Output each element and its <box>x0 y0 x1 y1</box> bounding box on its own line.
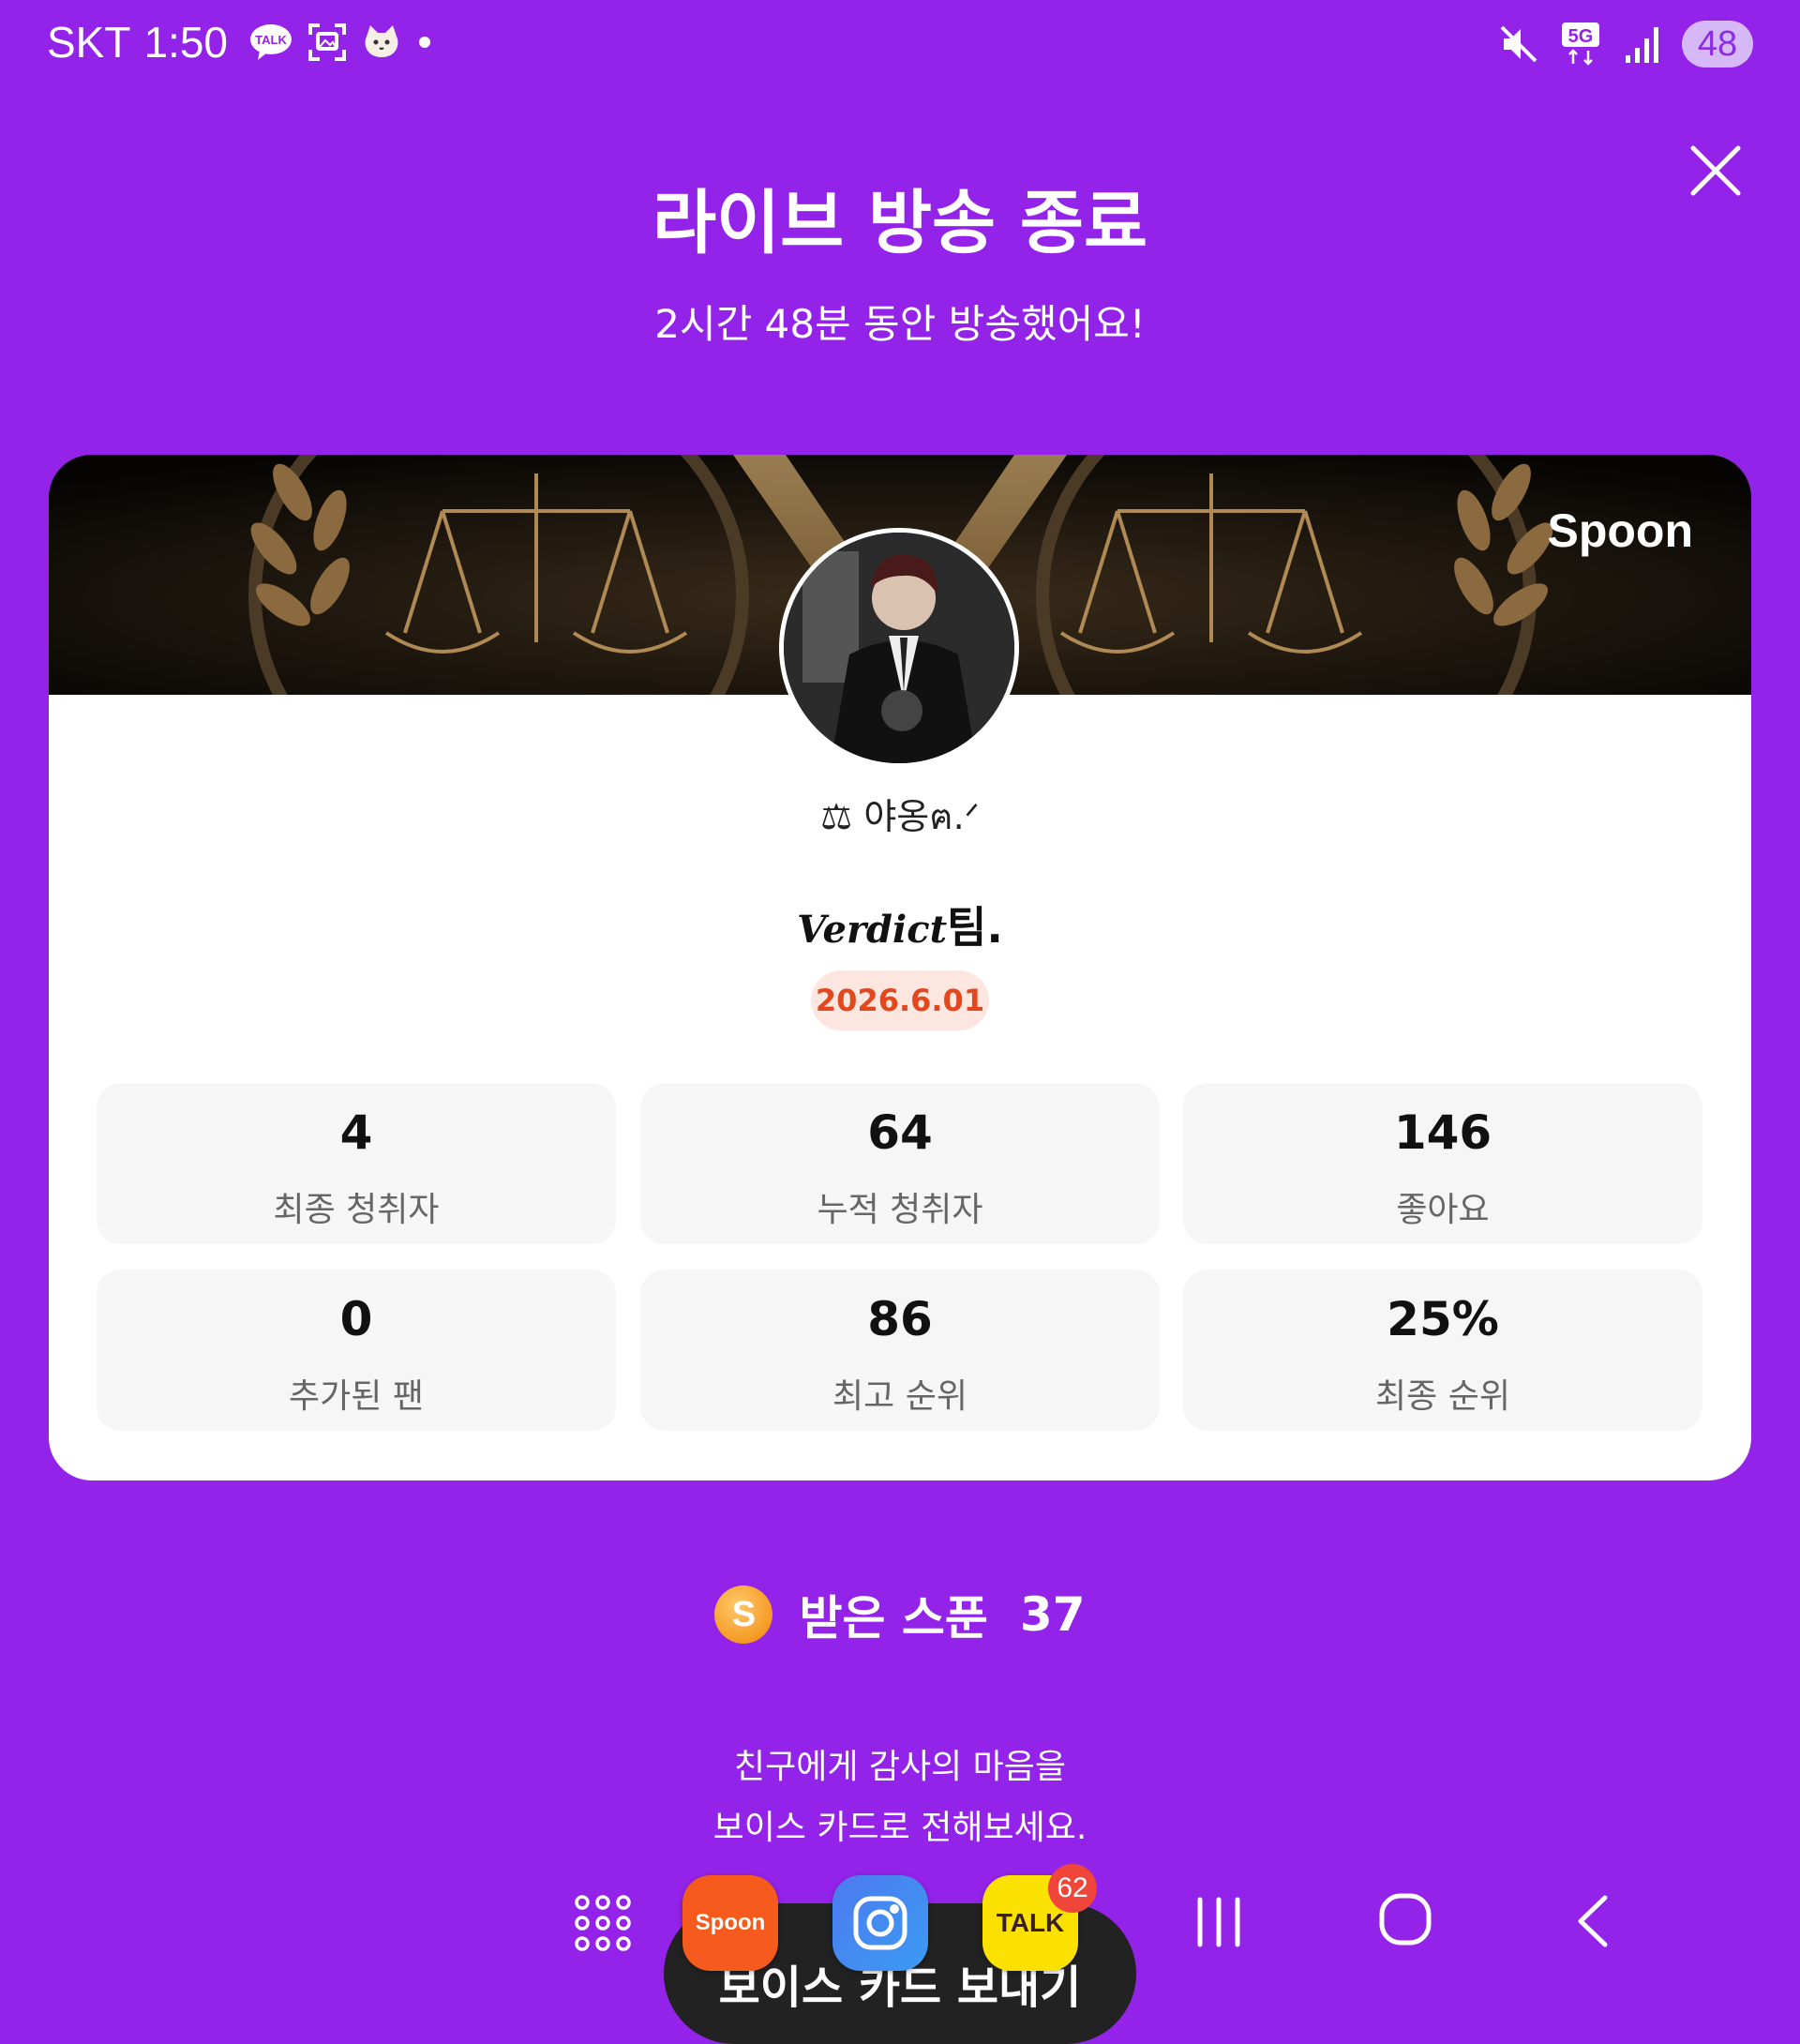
svg-text:5G: 5G <box>1568 26 1594 47</box>
stat-final-rank: 25% 최종 순위 <box>1183 1270 1702 1431</box>
thanks-message-line1: 친구에게 감사의 마음을 <box>733 1748 1067 1786</box>
stat-label: 최고 순위 <box>832 1377 968 1416</box>
stat-value: 25% <box>1387 1292 1499 1346</box>
stat-total-listeners: 64 누적 청취자 <box>640 1083 1160 1244</box>
recent-apps-icon[interactable] <box>1192 1896 1245 1952</box>
spoon-logo: Spoon <box>1547 504 1693 557</box>
spoon-coin-icon: S <box>714 1586 773 1644</box>
stat-final-listeners: 4 최종 청취자 <box>97 1083 616 1244</box>
received-spoons-count: 37 <box>1019 1587 1086 1642</box>
mute-icon <box>1498 23 1539 65</box>
broadcast-title-suffix: 팀. <box>947 902 1003 953</box>
stat-value: 0 <box>339 1292 373 1346</box>
stat-label: 최종 순위 <box>1375 1377 1510 1416</box>
page-title: 라이브 방송 종료 <box>652 183 1148 263</box>
stat-highest-rank: 86 최고 순위 <box>640 1270 1160 1431</box>
stat-likes: 146 좋아요 <box>1183 1083 1702 1244</box>
stat-value: 86 <box>867 1292 933 1346</box>
stat-value: 64 <box>867 1105 933 1160</box>
stat-label: 최종 청취자 <box>273 1191 440 1229</box>
instagram-app-icon[interactable] <box>832 1875 928 1971</box>
dj-nickname: ⚖ 야옹ฅ.ᐟ <box>820 796 980 837</box>
broadcast-summary-card: Spoon ⚖ 야옹ฅ.ᐟ Verdict팀. 2026.6.01 4 최종 청… <box>49 455 1751 1480</box>
battery-indicator: 48 <box>1682 21 1753 68</box>
stat-value: 4 <box>339 1105 373 1160</box>
broadcast-title-script: Verdict <box>797 908 948 952</box>
stat-label: 누적 청취자 <box>817 1191 983 1229</box>
home-icon[interactable] <box>1378 1892 1432 1950</box>
broadcast-duration-text: 2시간 48분 동안 방송했어요! <box>654 301 1146 347</box>
stat-label: 추가된 팬 <box>289 1377 424 1416</box>
status-bar: SKT 1:50 TALK 5G 48 <box>0 0 1800 94</box>
broadcast-date-badge: 2026.6.01 <box>811 970 989 1030</box>
stat-new-fans: 0 추가된 팬 <box>97 1270 616 1431</box>
signal-strength-icon <box>1624 23 1661 65</box>
back-icon[interactable] <box>1573 1894 1611 1952</box>
screenshot-icon <box>307 22 348 63</box>
svg-text:TALK: TALK <box>255 33 287 47</box>
app-drawer-icon[interactable] <box>574 1894 632 1956</box>
network-5g-icon: 5G <box>1560 21 1603 68</box>
clock: 1:50 <box>143 18 228 67</box>
more-notifications-dot-icon <box>415 33 434 52</box>
spoon-app-icon[interactable]: Spoon <box>682 1875 778 1971</box>
kakaotalk-unread-badge: 62 <box>1048 1864 1097 1913</box>
cat-app-icon <box>361 23 402 61</box>
received-spoons: S 받은 스푼 37 <box>0 1581 1800 1648</box>
stat-label: 좋아요 <box>1396 1191 1490 1229</box>
thanks-message-line2: 보이스 카드로 전해보세요. <box>712 1809 1088 1847</box>
dj-avatar <box>779 528 1019 768</box>
broadcast-title: Verdict팀. <box>49 894 1751 955</box>
kakaotalk-notification-icon: TALK <box>248 23 293 62</box>
stat-value: 146 <box>1393 1105 1492 1160</box>
received-spoons-label: 받은 스푼 <box>799 1591 988 1646</box>
carrier-label: SKT <box>47 18 131 67</box>
